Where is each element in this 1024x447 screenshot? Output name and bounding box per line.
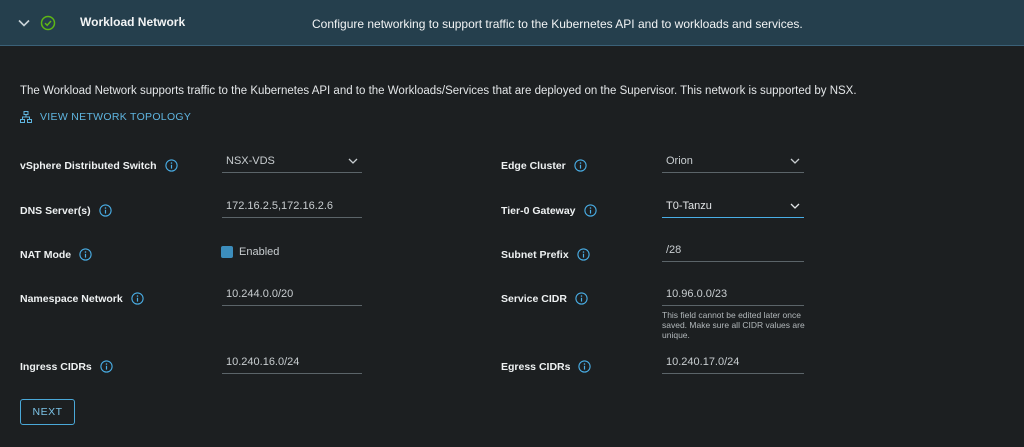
subnet-prefix-value: /28 (666, 244, 682, 256)
info-icon[interactable] (100, 360, 113, 373)
section-title: Workload Network (80, 15, 186, 29)
next-button[interactable]: NEXT (20, 399, 75, 425)
vds-select-value: NSX-VDS (226, 155, 275, 167)
ingress-cidrs-input[interactable]: 10.240.16.0/24 (222, 356, 362, 374)
info-icon[interactable] (98, 204, 112, 217)
edge-cluster-value: Orion (666, 155, 693, 167)
info-icon[interactable] (575, 292, 588, 305)
vds-label-text: vSphere Distributed Switch (20, 159, 157, 172)
ingress-cidrs-value: 10.240.16.0/24 (226, 356, 300, 368)
tier0-gateway-select[interactable]: T0-Tanzu (662, 200, 804, 218)
namespace-network-value: 10.244.0.0/20 (226, 288, 294, 300)
dns-label: DNS Server(s) (20, 204, 112, 217)
info-icon[interactable] (577, 248, 590, 261)
service-cidr-hint: This field cannot be edited later once s… (662, 310, 805, 340)
nat-mode-checkbox[interactable]: Enabled (221, 246, 279, 258)
network-topology-icon (20, 111, 32, 123)
section-description: Configure networking to support traffic … (312, 17, 803, 31)
namespace-network-input[interactable]: 10.244.0.0/20 (222, 288, 362, 306)
egress-cidrs-input[interactable]: 10.240.17.0/24 (662, 356, 804, 374)
dns-servers-input[interactable]: 172.16.2.5,172.16.2.6 (222, 200, 362, 218)
view-network-topology-label: VIEW NETWORK TOPOLOGY (40, 111, 192, 123)
section-header[interactable]: Workload Network Configure networking to… (0, 0, 1024, 46)
info-icon[interactable] (578, 360, 592, 373)
nat-mode-value: Enabled (239, 246, 280, 258)
chevron-down-icon (348, 158, 358, 164)
vds-label: vSphere Distributed Switch (20, 159, 178, 172)
info-icon[interactable] (583, 204, 597, 217)
info-icon[interactable] (131, 292, 144, 305)
nat-mode-label-text: NAT Mode (20, 248, 72, 261)
tier0-gateway-label-text: Tier-0 Gateway (501, 204, 576, 217)
tier0-gateway-value: T0-Tanzu (666, 200, 712, 212)
vds-select[interactable]: NSX-VDS (222, 155, 362, 173)
edge-cluster-label-text: Edge Cluster (501, 159, 566, 172)
service-cidr-input[interactable]: 10.96.0.0/23 (662, 288, 804, 306)
chevron-down-icon[interactable] (17, 16, 31, 30)
egress-cidrs-value: 10.240.17.0/24 (666, 356, 740, 368)
subnet-prefix-input[interactable]: /28 (662, 244, 804, 262)
info-icon[interactable] (574, 159, 587, 172)
tier0-gateway-label: Tier-0 Gateway (501, 204, 597, 217)
edge-cluster-label: Edge Cluster (501, 159, 587, 172)
subnet-prefix-label-text: Subnet Prefix (501, 248, 569, 261)
egress-cidrs-label-text: Egress CIDRs (501, 360, 571, 373)
chevron-down-icon (790, 203, 800, 209)
chevron-down-icon (790, 158, 800, 164)
edge-cluster-select[interactable]: Orion (662, 155, 804, 173)
dns-label-text: DNS Server(s) (20, 204, 91, 217)
info-icon[interactable] (79, 248, 92, 261)
service-cidr-label: Service CIDR (501, 292, 588, 305)
dns-servers-value: 172.16.2.5,172.16.2.6 (226, 200, 334, 212)
namespace-network-label-text: Namespace Network (20, 292, 123, 305)
view-network-topology-link[interactable]: VIEW NETWORK TOPOLOGY (20, 111, 191, 123)
intro-text: The Workload Network supports traffic to… (20, 85, 857, 97)
service-cidr-label-text: Service CIDR (501, 292, 567, 305)
info-icon[interactable] (164, 159, 178, 172)
ingress-cidrs-label-text: Ingress CIDRs (20, 360, 92, 373)
egress-cidrs-label: Egress CIDRs (501, 360, 592, 373)
ingress-cidrs-label: Ingress CIDRs (20, 360, 113, 373)
subnet-prefix-label: Subnet Prefix (501, 248, 590, 261)
service-cidr-value: 10.96.0.0/23 (666, 288, 728, 300)
checkbox-checked[interactable] (221, 246, 233, 258)
nat-mode-label: NAT Mode (20, 248, 92, 261)
check-circle-icon (40, 15, 56, 31)
namespace-network-label: Namespace Network (20, 292, 144, 305)
